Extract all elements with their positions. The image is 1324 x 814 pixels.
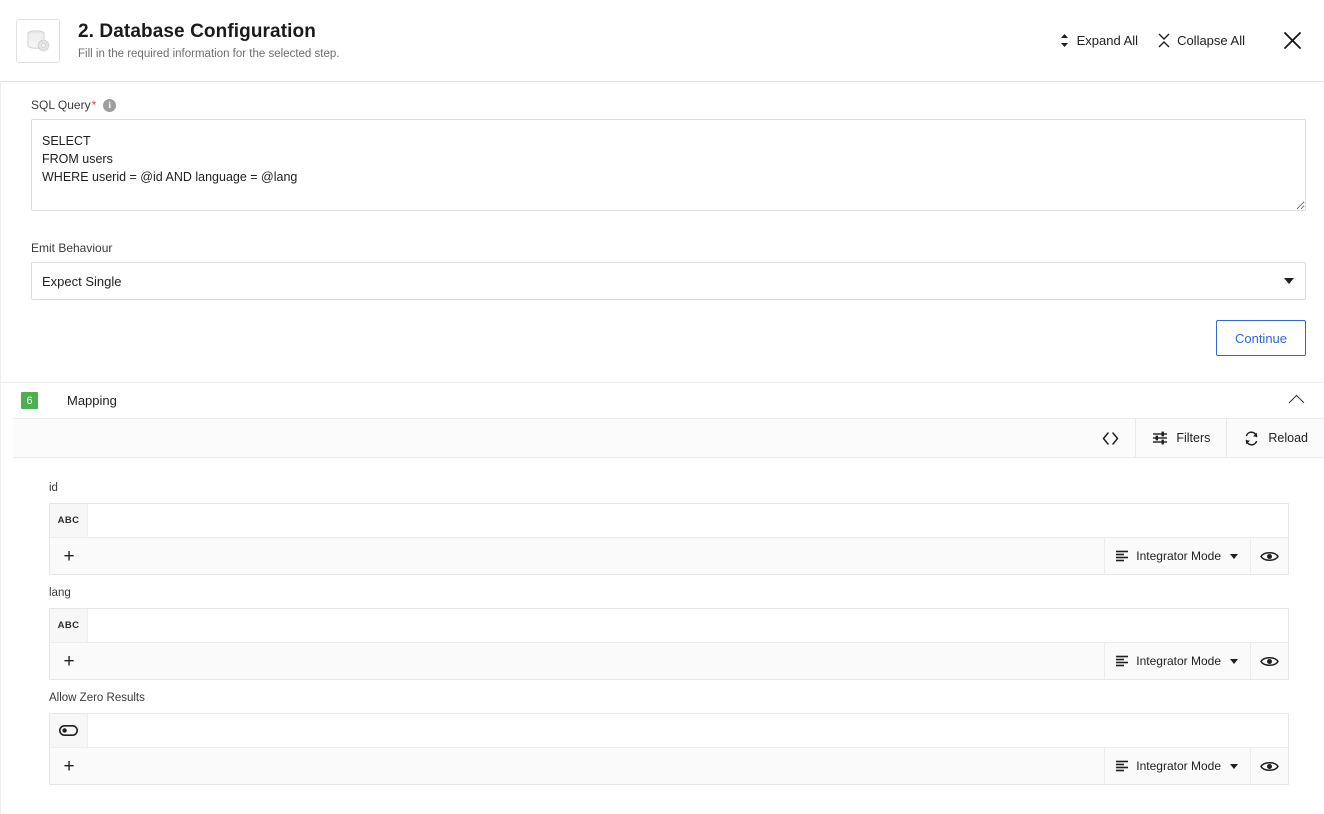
- mapping-field-box: ABC + Integrator Mode: [49, 608, 1289, 680]
- integrator-mode-select[interactable]: Integrator Mode: [1104, 538, 1250, 574]
- expand-all-label: Expand All: [1076, 33, 1139, 48]
- header-actions: Expand All Collapse All: [1049, 25, 1306, 56]
- mode-lines-icon: [1115, 760, 1129, 772]
- integrator-mode-label: Integrator Mode: [1136, 549, 1221, 563]
- close-icon: [1283, 31, 1302, 50]
- eye-icon: [1260, 655, 1279, 668]
- collapse-all-label: Collapse All: [1177, 33, 1245, 48]
- integrator-mode-label: Integrator Mode: [1136, 654, 1221, 668]
- mapping-panel-header[interactable]: 6 Mapping: [1, 382, 1324, 418]
- mapping-field-allow-zero-results: Allow Zero Results + Integrator Mode: [13, 680, 1324, 785]
- add-mapping-button[interactable]: +: [50, 547, 88, 566]
- preview-toggle-button[interactable]: [1250, 748, 1288, 784]
- collapse-icon: [1158, 33, 1170, 48]
- integrator-mode-label: Integrator Mode: [1136, 759, 1221, 773]
- page-subtitle: Fill in the required information for the…: [78, 48, 340, 61]
- eye-icon: [1260, 760, 1279, 773]
- integrator-mode-select[interactable]: Integrator Mode: [1104, 643, 1250, 679]
- database-gear-icon: [16, 18, 60, 63]
- mapping-toolbar: Filters Reload: [13, 418, 1324, 458]
- sql-query-label-text: SQL Query: [31, 98, 91, 112]
- mapping-field-lang: lang ABC + Integrator Mode: [13, 575, 1324, 680]
- add-mapping-button[interactable]: +: [50, 757, 88, 776]
- dialog-header: 2. Database Configuration Fill in the re…: [0, 0, 1324, 82]
- code-brackets-icon: [1102, 431, 1119, 445]
- required-marker: *: [91, 98, 97, 112]
- mapping-value-input[interactable]: [88, 504, 1288, 537]
- info-icon[interactable]: i: [103, 98, 117, 112]
- reload-icon: [1243, 430, 1260, 446]
- integrator-mode-select[interactable]: Integrator Mode: [1104, 748, 1250, 784]
- chevron-down-icon: [1230, 553, 1238, 559]
- mode-lines-icon: [1115, 550, 1129, 562]
- sql-query-input[interactable]: [31, 119, 1306, 211]
- continue-button[interactable]: Continue: [1216, 320, 1306, 356]
- mapping-field-box: ABC + Integrator Mode: [49, 503, 1289, 575]
- mapping-value-input[interactable]: [88, 714, 1288, 747]
- filters-icon: [1152, 431, 1168, 445]
- mapping-field-id: id ABC + Integrator Mode: [13, 470, 1324, 575]
- close-button[interactable]: [1273, 25, 1306, 56]
- chevron-down-icon: [1284, 278, 1294, 284]
- continue-row: Continue: [31, 320, 1306, 356]
- expand-icon: [1059, 33, 1070, 48]
- mapping-field-footer: + Integrator Mode: [50, 748, 1288, 784]
- expand-all-button[interactable]: Expand All: [1049, 27, 1148, 54]
- mapping-field-box: + Integrator Mode: [49, 713, 1289, 785]
- emit-behaviour-label: Emit Behaviour: [31, 241, 1304, 255]
- preview-toggle-button[interactable]: [1250, 538, 1288, 574]
- filters-label: Filters: [1176, 431, 1211, 445]
- mapping-fields: id ABC + Integrator Mode lang ABC + Inte…: [1, 458, 1324, 785]
- mapping-field-row: ABC: [50, 609, 1288, 643]
- mapping-field-row: ABC: [50, 504, 1288, 538]
- reload-button[interactable]: Reload: [1226, 419, 1324, 457]
- chevron-down-icon: [1230, 658, 1238, 664]
- abc-icon[interactable]: ABC: [50, 504, 88, 537]
- add-mapping-button[interactable]: +: [50, 652, 88, 671]
- mapping-title: Mapping: [67, 393, 117, 408]
- preview-toggle-button[interactable]: [1250, 643, 1288, 679]
- code-view-button[interactable]: [1086, 419, 1135, 457]
- mapping-field-label: id: [49, 482, 58, 494]
- mapping-value-input[interactable]: [88, 609, 1288, 642]
- page-title: 2. Database Configuration: [78, 20, 316, 42]
- emit-behaviour-field: Emit Behaviour Expect Single: [31, 241, 1306, 300]
- emit-behaviour-value: Expect Single: [42, 273, 122, 289]
- boolean-toggle-icon[interactable]: [50, 714, 88, 747]
- mapping-field-label: lang: [49, 587, 71, 599]
- mapping-field-row: [50, 714, 1288, 748]
- abc-icon[interactable]: ABC: [50, 609, 88, 642]
- mapping-field-footer: + Integrator Mode: [50, 538, 1288, 574]
- collapse-all-button[interactable]: Collapse All: [1148, 27, 1255, 54]
- mapping-field-footer: + Integrator Mode: [50, 643, 1288, 679]
- emit-behaviour-select[interactable]: Expect Single: [31, 262, 1306, 300]
- filters-button[interactable]: Filters: [1135, 419, 1226, 457]
- header-titles: 2. Database Configuration Fill in the re…: [78, 21, 1049, 61]
- step-badge: 6: [21, 392, 38, 409]
- configuration-form: SQL Query * i Emit Behaviour Expect Sing…: [1, 82, 1324, 356]
- emit-behaviour-label-text: Emit Behaviour: [31, 241, 113, 255]
- chevron-down-icon: [1230, 763, 1238, 769]
- sql-query-label: SQL Query * i: [31, 98, 1304, 112]
- chevron-up-icon[interactable]: [1288, 394, 1305, 411]
- dialog-body: SQL Query * i Emit Behaviour Expect Sing…: [0, 82, 1324, 814]
- mapping-field-label: Allow Zero Results: [49, 692, 145, 704]
- reload-label: Reload: [1268, 431, 1308, 445]
- mode-lines-icon: [1115, 655, 1129, 667]
- eye-icon: [1260, 550, 1279, 563]
- mapping-panel: 6 Mapping Filters Reload id ABC + Integr…: [1, 382, 1324, 785]
